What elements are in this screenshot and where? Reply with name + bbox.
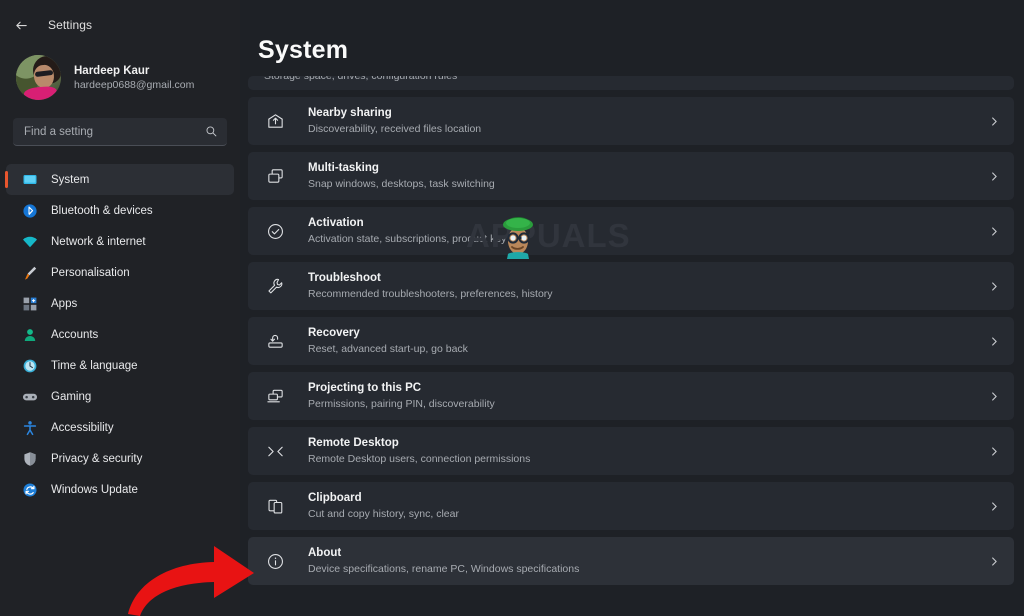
sidebar-item-label: Bluetooth & devices — [51, 204, 153, 217]
sidebar-item-privacy-security[interactable]: Privacy & security — [6, 443, 234, 474]
clock-icon — [21, 357, 38, 374]
sidebar-item-bluetooth-devices[interactable]: Bluetooth & devices — [6, 195, 234, 226]
row-title: Multi-tasking — [308, 162, 379, 175]
avatar — [16, 55, 61, 100]
settings-row-about[interactable]: About Device specifications, rename PC, … — [248, 537, 1014, 585]
share-icon — [264, 110, 286, 132]
chevron-right-icon[interactable] — [989, 336, 1000, 347]
account-name: Hardeep Kaur — [74, 64, 150, 77]
gamepad-icon — [21, 388, 38, 405]
update-refresh-icon — [21, 481, 38, 498]
project-screen-icon — [264, 385, 286, 407]
apps-grid-icon — [21, 295, 38, 312]
sidebar-item-system[interactable]: System — [5, 164, 234, 195]
row-subtitle: Activation state, subscriptions, product… — [308, 232, 507, 245]
sidebar-item-label: Gaming — [51, 390, 92, 403]
row-title: Clipboard — [308, 492, 362, 505]
settings-row-projecting-to-this-pc[interactable]: Projecting to this PC Permissions, pairi… — [248, 372, 1014, 420]
sidebar-item-windows-update[interactable]: Windows Update — [6, 474, 234, 505]
row-subtitle: Discoverability, received files location — [308, 122, 482, 135]
wifi-icon — [21, 233, 38, 250]
wrench-icon — [264, 275, 286, 297]
sidebar-item-label: Privacy & security — [51, 452, 143, 465]
main-content: System Storage Storage space, drives, co… — [240, 0, 1024, 616]
sidebar-item-accounts[interactable]: Accounts — [6, 319, 234, 350]
row-subtitle: Device specifications, rename PC, Window… — [308, 562, 580, 575]
settings-row-troubleshoot[interactable]: Troubleshoot Recommended troubleshooters… — [248, 262, 1014, 310]
row-title: Projecting to this PC — [308, 382, 422, 395]
row-title: About — [308, 547, 342, 560]
page-title: System — [258, 36, 349, 64]
row-subtitle: Reset, advanced start-up, go back — [308, 342, 468, 355]
search-icon[interactable] — [205, 125, 218, 138]
sidebar-item-label: Personalisation — [51, 266, 130, 279]
search-container — [0, 102, 240, 146]
back-arrow-icon[interactable] — [10, 14, 32, 36]
chevron-right-icon[interactable] — [989, 226, 1000, 237]
account-card[interactable]: Hardeep Kaur hardeep0688@gmail.com — [0, 40, 240, 102]
monitor-icon — [21, 171, 38, 188]
sidebar-item-label: Network & internet — [51, 235, 146, 248]
sidebar: Settings Hardeep Kaur hardeep0688@gmail.… — [0, 0, 240, 616]
chevron-right-icon[interactable] — [989, 446, 1000, 457]
row-subtitle: Remote Desktop users, connection permiss… — [308, 452, 531, 465]
row-title: Nearby sharing — [308, 107, 392, 120]
row-subtitle: Recommended troubleshooters, preferences… — [308, 287, 553, 300]
sidebar-item-apps[interactable]: Apps — [6, 288, 234, 319]
sidebar-item-accessibility[interactable]: Accessibility — [6, 412, 234, 443]
row-title: Remote Desktop — [308, 437, 399, 450]
settings-window: Settings Hardeep Kaur hardeep0688@gmail.… — [0, 0, 1024, 616]
sidebar-item-label: Apps — [51, 297, 78, 310]
sidebar-item-personalisation[interactable]: Personalisation — [6, 257, 234, 288]
settings-row-activation[interactable]: Activation Activation state, subscriptio… — [248, 207, 1014, 255]
search-input[interactable] — [24, 125, 199, 138]
chevron-right-icon[interactable] — [989, 281, 1000, 292]
recovery-icon — [264, 330, 286, 352]
remote-desktop-icon — [264, 440, 286, 462]
chevron-right-icon[interactable] — [989, 501, 1000, 512]
search-box[interactable] — [13, 118, 227, 146]
account-email: hardeep0688@gmail.com — [74, 78, 195, 91]
window-title: Settings — [48, 18, 93, 32]
row-title: Activation — [308, 217, 364, 230]
row-title: Troubleshoot — [308, 272, 381, 285]
shield-icon — [21, 450, 38, 467]
info-circle-icon — [264, 550, 286, 572]
check-circle-icon — [264, 220, 286, 242]
row-subtitle: Snap windows, desktops, task switching — [308, 177, 495, 190]
sidebar-item-label: System — [51, 173, 90, 186]
sidebar-item-label: Accounts — [51, 328, 99, 341]
accessibility-icon — [21, 419, 38, 436]
sidebar-item-gaming[interactable]: Gaming — [6, 381, 234, 412]
chevron-right-icon[interactable] — [989, 556, 1000, 567]
settings-row-nearby-sharing[interactable]: Nearby sharing Discoverability, received… — [248, 97, 1014, 145]
sidebar-item-label: Time & language — [51, 359, 138, 372]
settings-list: Storage Storage space, drives, configura… — [248, 76, 1014, 592]
settings-row-clipboard[interactable]: Clipboard Cut and copy history, sync, cl… — [248, 482, 1014, 530]
row-title: Recovery — [308, 327, 360, 340]
sidebar-nav: System Bluetooth & devices Network & int… — [0, 164, 240, 505]
bluetooth-icon — [21, 202, 38, 219]
paintbrush-icon — [21, 264, 38, 281]
sidebar-item-label: Accessibility — [51, 421, 114, 434]
chevron-right-icon[interactable] — [989, 116, 1000, 127]
sidebar-item-time-language[interactable]: Time & language — [6, 350, 234, 381]
settings-row-recovery[interactable]: Recovery Reset, advanced start-up, go ba… — [248, 317, 1014, 365]
person-icon — [21, 326, 38, 343]
settings-row-multi-tasking[interactable]: Multi-tasking Snap windows, desktops, ta… — [248, 152, 1014, 200]
settings-row-remote-desktop[interactable]: Remote Desktop Remote Desktop users, con… — [248, 427, 1014, 475]
settings-row-storage[interactable]: Storage Storage space, drives, configura… — [248, 76, 1014, 90]
chevron-right-icon[interactable] — [989, 391, 1000, 402]
clipboard-icon — [264, 495, 286, 517]
title-bar: Settings — [0, 10, 240, 40]
chevron-right-icon[interactable] — [989, 171, 1000, 182]
sidebar-item-label: Windows Update — [51, 483, 138, 496]
row-subtitle: Cut and copy history, sync, clear — [308, 507, 459, 520]
row-subtitle: Storage space, drives, configuration rul… — [264, 76, 458, 83]
row-subtitle: Permissions, pairing PIN, discoverabilit… — [308, 397, 495, 410]
sidebar-item-network-internet[interactable]: Network & internet — [6, 226, 234, 257]
multitasking-icon — [264, 165, 286, 187]
